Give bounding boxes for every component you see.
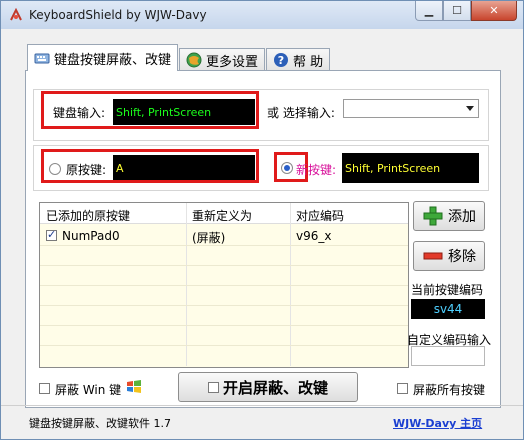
- column-header-original[interactable]: 已添加的原按键: [46, 207, 130, 224]
- block-win-checkbox[interactable]: [39, 383, 50, 394]
- start-block-checkbox: [207, 381, 219, 393]
- row-original-key: NumPad0: [62, 229, 120, 243]
- tab-label: 帮 助: [293, 54, 324, 70]
- keyboard-icon: [34, 53, 50, 64]
- original-key-highlight: [41, 149, 259, 183]
- row-divider: [40, 305, 408, 306]
- select-input-dropdown[interactable]: [343, 99, 479, 118]
- row-divider: [40, 265, 408, 266]
- row-checkbox[interactable]: [46, 228, 57, 241]
- row-divider: [40, 325, 408, 326]
- maximize-button[interactable]: ☐: [443, 1, 471, 21]
- minimize-icon: ▁: [424, 4, 434, 17]
- tab-more-settings[interactable]: 更多设置: [179, 48, 266, 71]
- column-header-redefined[interactable]: 重新定义为: [192, 207, 252, 224]
- minimize-button[interactable]: ▁: [415, 1, 443, 21]
- key-mapping-list[interactable]: 已添加的原按键 重新定义为 对应编码 NumPad0 (屏蔽) v96_x: [39, 202, 409, 368]
- row-divider: [40, 285, 408, 286]
- title-bar[interactable]: KeyboardShield by WJW-Davy ▁ ☐ ✕: [1, 1, 523, 29]
- row-redefined: (屏蔽): [192, 231, 226, 245]
- window-title: KeyboardShield by WJW-Davy: [29, 8, 207, 22]
- start-block-button[interactable]: 开启屏蔽、改键: [178, 372, 358, 402]
- app-window: KeyboardShield by WJW-Davy ▁ ☐ ✕ 键盘按键屏蔽、…: [0, 0, 524, 440]
- help-icon: ?: [274, 53, 289, 67]
- new-key-field[interactable]: Shift, PrintScreen: [342, 153, 479, 183]
- chevron-down-icon: [466, 106, 474, 111]
- svg-text:?: ?: [278, 54, 284, 67]
- minus-icon: [423, 252, 443, 260]
- tab-key-block[interactable]: 键盘按键屏蔽、改键: [27, 44, 179, 71]
- tab-help[interactable]: ? 帮 助: [266, 48, 331, 71]
- custom-code-input[interactable]: [411, 346, 485, 366]
- homepage-link[interactable]: WJW-Davy 主页: [393, 415, 482, 431]
- windows-logo-icon: [127, 380, 141, 393]
- block-win-label: 屏蔽 Win 键: [55, 383, 122, 397]
- remove-button[interactable]: 移除: [413, 241, 485, 271]
- add-button-label: 添加: [448, 209, 476, 225]
- block-all-label: 屏蔽所有按键: [413, 383, 486, 397]
- row-divider: [40, 345, 408, 346]
- tab-bar: 键盘按键屏蔽、改键 更多设置 ? 帮 助: [27, 44, 331, 71]
- new-key-radio[interactable]: [281, 162, 293, 174]
- list-header: 已添加的原按键 重新定义为 对应编码: [40, 203, 408, 224]
- new-key-value: Shift, PrintScreen: [345, 161, 441, 175]
- current-code-display: sv44: [411, 299, 485, 319]
- status-divider: [1, 405, 523, 406]
- start-block-label: 开启屏蔽、改键: [222, 378, 328, 397]
- app-icon: [10, 8, 22, 21]
- current-code-label: 当前按键编码: [411, 283, 484, 297]
- new-key-label: 新按键:: [296, 163, 337, 177]
- or-select-label: 或 选择输入:: [267, 106, 335, 120]
- column-header-code[interactable]: 对应编码: [296, 207, 344, 224]
- tab-label: 更多设置: [206, 54, 259, 70]
- plus-icon: [423, 206, 443, 226]
- version-text: 键盘按键屏蔽、改键软件 1.7: [29, 417, 171, 430]
- keyboard-input-highlight: [41, 91, 259, 129]
- row-code: v96_x: [296, 229, 332, 243]
- block-all-checkbox[interactable]: [397, 383, 408, 394]
- table-row[interactable]: NumPad0 (屏蔽) v96_x: [40, 225, 408, 245]
- current-code-value: sv44: [433, 302, 463, 316]
- close-icon: ✕: [489, 4, 499, 17]
- close-button[interactable]: ✕: [471, 1, 517, 21]
- tab-label: 键盘按键屏蔽、改键: [54, 52, 172, 68]
- globe-icon: [186, 52, 202, 68]
- maximize-icon: ☐: [452, 4, 462, 17]
- add-button[interactable]: 添加: [413, 201, 485, 231]
- remove-button-label: 移除: [448, 249, 476, 265]
- row-divider: [40, 245, 408, 246]
